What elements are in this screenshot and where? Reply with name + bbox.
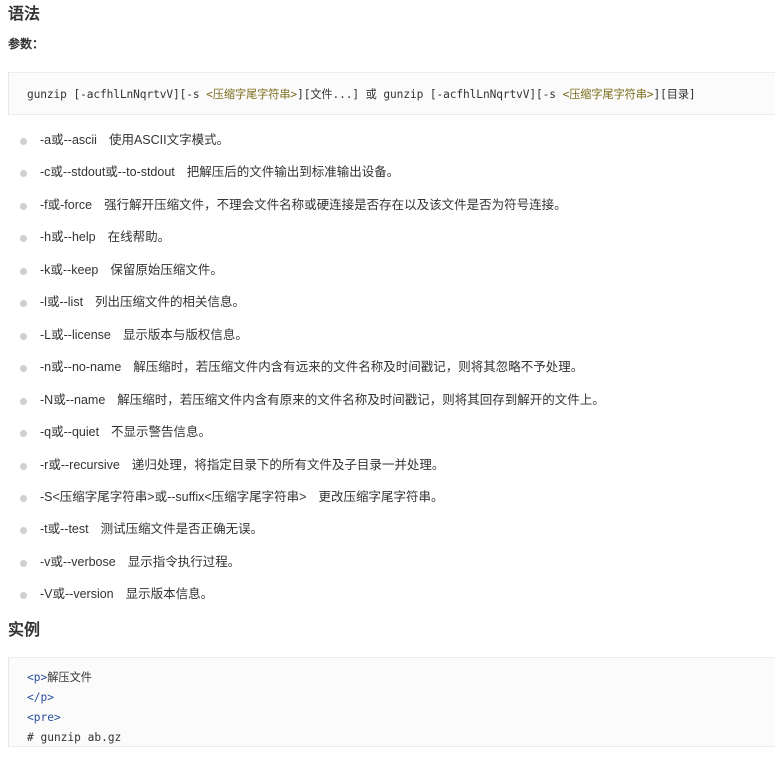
bullet-icon xyxy=(20,592,27,600)
option-list-item: -f或-force 强行解开压缩文件，不理会文件名称或硬连接是否存在以及该文件是否… xyxy=(0,196,760,214)
option-description: 强行解开压缩文件，不理会文件名称或硬连接是否存在以及该文件是否为符号连接。 xyxy=(104,197,567,212)
option-flag: -t或--test xyxy=(40,522,89,537)
code-suffix-placeholder: <压缩字尾字符串> xyxy=(562,88,654,101)
bullet-icon xyxy=(20,202,27,210)
code-text: # gunzip ab.gz xyxy=(27,731,122,744)
option-list-item: -N或--name 解压缩时，若压缩文件内含有原来的文件名称及时间戳记，则将其回存… xyxy=(0,391,760,409)
code-text: gunzip [-acfhlLnNqrtvV][-s xyxy=(27,88,207,101)
section-heading-syntax: 语法 xyxy=(8,6,41,23)
option-flag: -v或--verbose xyxy=(40,554,116,569)
code-tag: <p> xyxy=(27,671,48,684)
bullet-icon xyxy=(20,267,27,275)
bullet-icon xyxy=(20,559,27,567)
params-label: 参数： xyxy=(8,37,45,51)
option-flag: -S<压缩字尾字符串>或--suffix<压缩字尾字符串> xyxy=(40,489,307,504)
bullet-icon xyxy=(20,494,27,502)
code-tag: <pre> xyxy=(27,711,61,724)
example-code-block: <p>解压文件 </p> <pre> # gunzip ab.gz xyxy=(8,657,775,747)
option-description: 在线帮助。 xyxy=(107,230,171,245)
option-list-item: -S<压缩字尾字符串>或--suffix<压缩字尾字符串> 更改压缩字尾字符串。 xyxy=(0,488,760,506)
option-description: 解压缩时，若压缩文件内含有原来的文件名称及时间戳记，则将其回存到解开的文件上。 xyxy=(117,392,605,407)
code-text: ][文件...] 或 gunzip [-acfhlLnNqrtvV][-s xyxy=(297,88,563,101)
bullet-icon xyxy=(20,300,27,308)
example-code-line: # gunzip ab.gz xyxy=(27,731,121,745)
option-flag: -n或--no-name xyxy=(40,360,122,375)
bullet-icon xyxy=(20,527,27,535)
example-code-line: <p>解压文件 xyxy=(27,671,92,685)
option-list-item: -r或--recursive 递归处理，将指定目录下的所有文件及子目录一并处理。 xyxy=(0,456,760,474)
option-flag: -V或--version xyxy=(40,587,114,602)
syntax-code-block: gunzip [-acfhlLnNqrtvV][-s <压缩字尾字符串>][文件… xyxy=(8,72,775,115)
option-description: 列出压缩文件的相关信息。 xyxy=(95,295,246,310)
option-flag: -r或--recursive xyxy=(40,457,120,472)
option-list-item: -a或--ascii 使用ASCII文字模式。 xyxy=(0,131,760,149)
option-flag: -q或--quiet xyxy=(40,425,100,440)
option-description: 解压缩时，若压缩文件内含有远来的文件名称及时间戳记，则将其忽略不予处理。 xyxy=(133,360,584,375)
option-description: 不显示警告信息。 xyxy=(111,425,212,440)
bullet-icon xyxy=(20,430,27,438)
syntax-code-line: gunzip [-acfhlLnNqrtvV][-s <压缩字尾字符串>][文件… xyxy=(27,86,696,102)
option-description: 保留原始压缩文件。 xyxy=(110,262,223,277)
option-description: 显示指令执行过程。 xyxy=(127,554,241,569)
option-flag: -l或--list xyxy=(40,295,84,310)
option-flag: -f或-force xyxy=(40,197,93,212)
option-flag: -h或--help xyxy=(40,230,96,245)
example-code-line: </p> xyxy=(27,691,54,705)
option-list-item: -t或--test 测试压缩文件是否正确无误。 xyxy=(0,520,760,538)
option-list-item: -V或--version 显示版本信息。 xyxy=(0,585,760,603)
option-list-item: -l或--list 列出压缩文件的相关信息。 xyxy=(0,293,760,311)
option-description: 更改压缩字尾字符串。 xyxy=(318,489,444,504)
option-description: 显示版本与版权信息。 xyxy=(122,327,248,342)
code-tag: </p> xyxy=(27,691,54,704)
option-description: 递归处理，将指定目录下的所有文件及子目录一并处理。 xyxy=(131,457,445,472)
option-list-item: -c或--stdout或--to-stdout 把解压后的文件输出到标准输出设备。 xyxy=(0,163,760,181)
option-list-item: -v或--verbose 显示指令执行过程。 xyxy=(0,553,760,571)
option-description: 测试压缩文件是否正确无误。 xyxy=(100,522,264,537)
option-flag: -k或--keep xyxy=(40,262,99,277)
option-description: 使用ASCII文字模式。 xyxy=(108,133,230,147)
bullet-icon xyxy=(20,235,27,243)
option-list-item: -L或--license 显示版本与版权信息。 xyxy=(0,326,760,344)
bullet-icon xyxy=(20,170,27,178)
option-list-item: -h或--help 在线帮助。 xyxy=(0,228,760,246)
bullet-icon xyxy=(20,462,27,470)
code-suffix-placeholder: <压缩字尾字符串> xyxy=(206,88,298,101)
bullet-icon xyxy=(20,332,27,340)
option-list-item: -q或--quiet 不显示警告信息。 xyxy=(0,423,760,441)
option-list-item: -n或--no-name 解压缩时，若压缩文件内含有远来的文件名称及时间戳记，则将… xyxy=(0,358,760,376)
section-heading-example: 实例 xyxy=(8,622,41,639)
bullet-icon xyxy=(20,365,27,373)
code-text: 解压文件 xyxy=(47,671,92,684)
bullet-icon xyxy=(20,397,27,405)
option-description: 把解压后的文件输出到标准输出设备。 xyxy=(186,165,400,180)
option-flag: -N或--name xyxy=(40,392,106,407)
example-code-line: <pre> xyxy=(27,711,61,725)
option-list-item: -k或--keep 保留原始压缩文件。 xyxy=(0,261,760,279)
option-flag: -a或--ascii xyxy=(40,133,97,147)
bullet-icon xyxy=(20,138,27,145)
option-description: 显示版本信息。 xyxy=(125,587,214,602)
option-flag: -L或--license xyxy=(40,327,111,342)
option-flag: -c或--stdout或--to-stdout xyxy=(40,165,175,180)
code-text: ][目录] xyxy=(653,88,696,101)
